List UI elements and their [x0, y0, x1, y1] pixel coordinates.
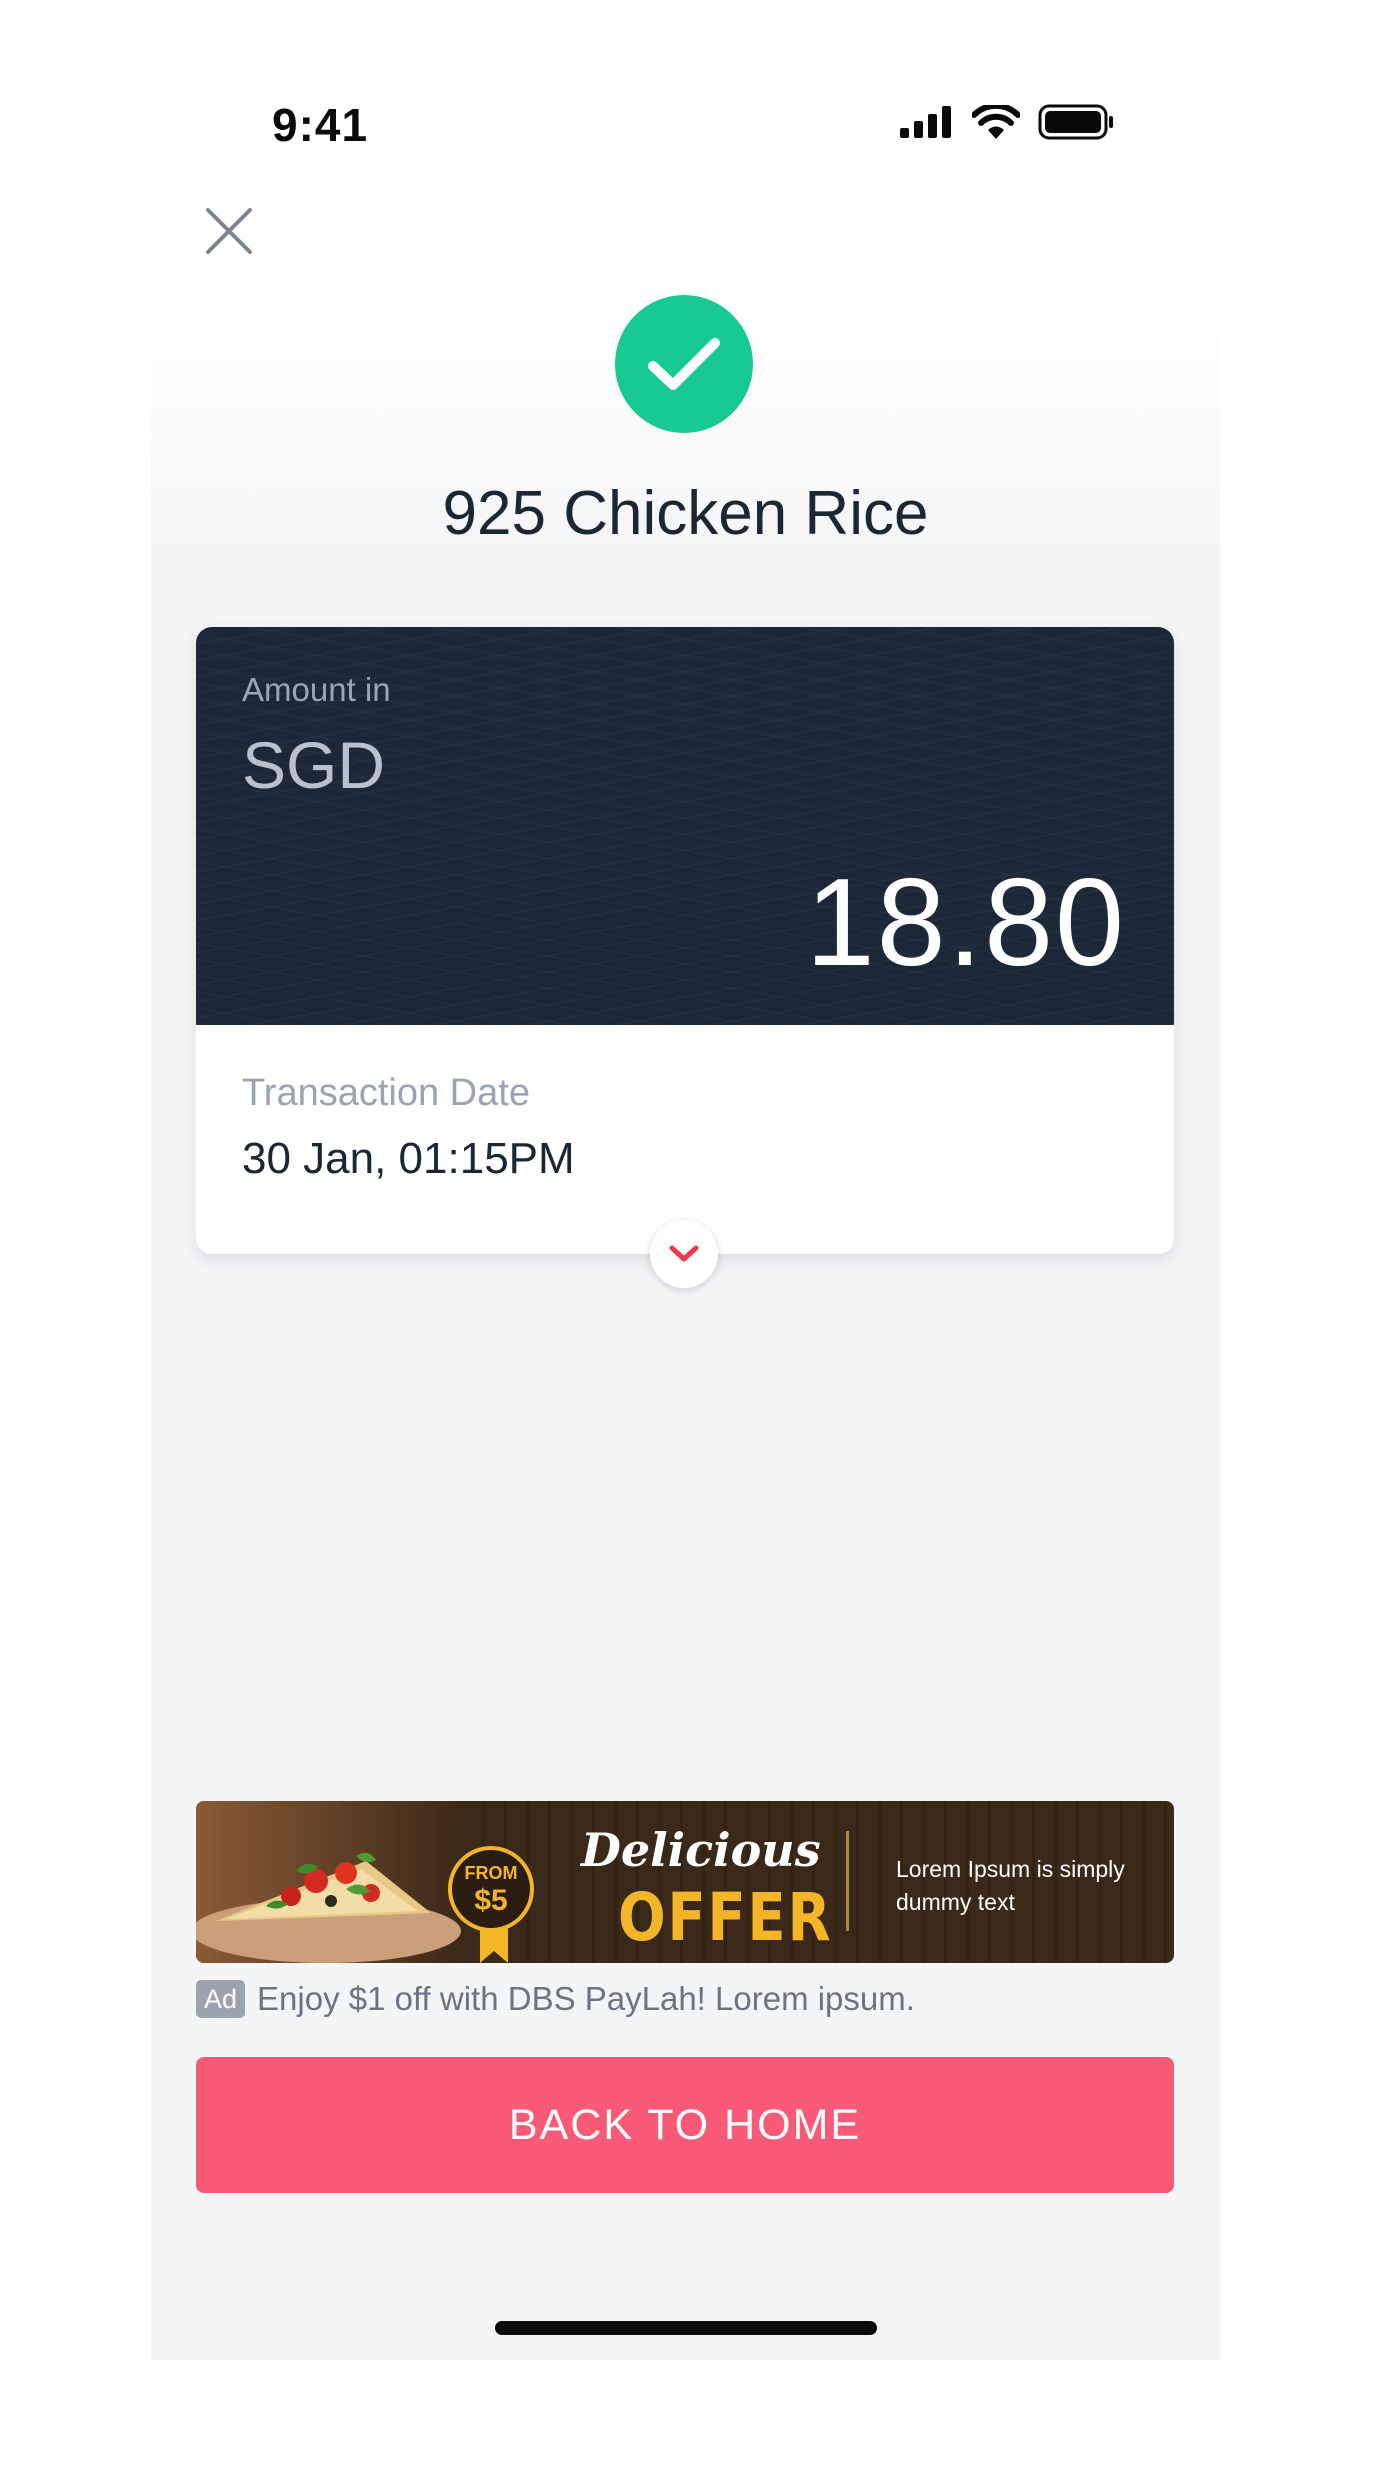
ad-headline: Delicious: [581, 1823, 821, 1877]
home-indicator: [495, 2321, 877, 2335]
chevron-down-icon: [669, 1245, 699, 1262]
signal-icon: [900, 106, 951, 138]
payment-success-screen: 9:41 925 Chicken Rice Amount in SGD 18.8…: [0, 0, 1374, 2475]
badge-from-text: FROM: [464, 1863, 518, 1883]
close-icon: [206, 208, 252, 254]
checkmark-icon: [648, 338, 720, 390]
transaction-date-value: 30 Jan, 01:15PM: [242, 1134, 575, 1183]
close-button[interactable]: [196, 198, 262, 264]
ad-description: Lorem Ipsum is simply dummy text: [896, 1856, 1125, 1915]
ad-banner[interactable]: FROM $5 Delicious OFFER Lorem Ipsum is s…: [196, 1801, 1174, 1963]
transaction-date-label: Transaction Date: [242, 1072, 530, 1114]
success-badge: [615, 295, 753, 433]
wifi-icon: [972, 105, 1020, 139]
pizza-image: [196, 1801, 466, 1963]
amount-value: 18.80: [805, 854, 1126, 992]
status-time: 9:41: [272, 99, 369, 151]
amount-label: Amount in: [242, 671, 391, 708]
ad-caption: Ad Enjoy $1 off with DBS PayLah! Lorem i…: [196, 1980, 915, 2018]
ad-caption-text: Enjoy $1 off with DBS PayLah! Lorem ipsu…: [257, 1980, 915, 2017]
badge-price-text: $5: [474, 1884, 508, 1917]
currency-code: SGD: [242, 728, 386, 802]
ad-tag: Ad: [196, 1980, 246, 2018]
ad-divider: [846, 1831, 849, 1931]
status-icons: [900, 104, 1114, 140]
amount-section: Amount in SGD 18.80: [196, 627, 1174, 1025]
battery-icon: [1038, 104, 1113, 140]
transaction-card: Amount in SGD 18.80 Transaction Date 30 …: [196, 627, 1174, 1254]
expand-details-button[interactable]: [650, 1220, 718, 1288]
content-panel: [151, 295, 1220, 2360]
ad-subheadline: OFFER: [618, 1879, 833, 1956]
price-badge: FROM $5: [448, 1846, 534, 1932]
merchant-name: 925 Chicken Rice: [442, 479, 929, 548]
back-to-home-button[interactable]: BACK TO HOME: [196, 2057, 1174, 2193]
